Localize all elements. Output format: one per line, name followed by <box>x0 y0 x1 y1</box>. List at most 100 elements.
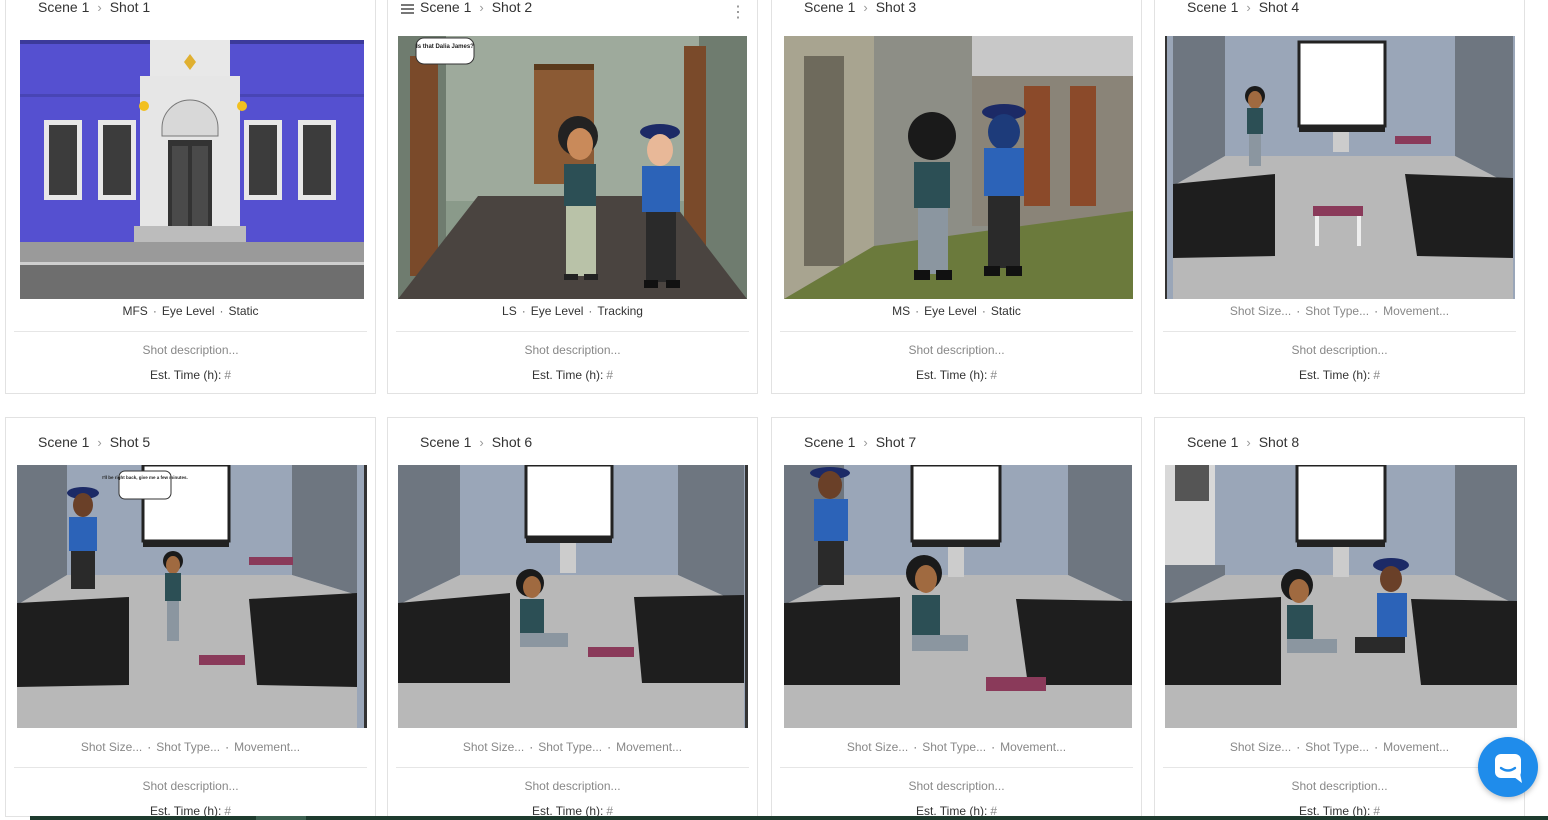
shot-description[interactable]: Shot description... <box>1155 779 1524 793</box>
shot-card-3[interactable]: Scene 1 › Shot 3 MS · Eye Level · Static… <box>771 0 1142 394</box>
breadcrumb: Scene 1 › Shot 2 <box>401 0 532 15</box>
shot-size[interactable]: Shot Size... <box>463 740 524 754</box>
scrollbar-thumb[interactable] <box>256 816 306 820</box>
shot-thumbnail[interactable]: I'll be right back, give me a few minute… <box>17 465 367 728</box>
chevron-right-icon: › <box>97 434 102 450</box>
est-time[interactable]: Est. Time (h): # <box>6 368 375 382</box>
shot-specs[interactable]: MS · Eye Level · Static <box>772 304 1141 318</box>
shot-description[interactable]: Shot description... <box>6 779 375 793</box>
est-time-value[interactable]: # <box>1373 368 1380 382</box>
est-time[interactable]: Est. Time (h): # <box>772 368 1141 382</box>
breadcrumb: Scene 1 › Shot 3 <box>804 0 916 15</box>
shot-movement[interactable]: Static <box>991 304 1021 318</box>
shot-card-4[interactable]: Scene 1 › Shot 4 Shot Size... · Shot Typ… <box>1154 0 1525 394</box>
shot-specs[interactable]: Shot Size... · Shot Type... · Movement... <box>772 740 1141 754</box>
est-time-label: Est. Time (h): <box>149 368 222 382</box>
shot-thumbnail[interactable] <box>784 36 1133 299</box>
shot-specs[interactable]: Shot Size... · Shot Type... · Movement... <box>388 740 757 754</box>
shot-type[interactable]: Shot Type... <box>538 740 602 754</box>
shot-size[interactable]: LS <box>502 304 517 318</box>
shot-size[interactable]: MFS <box>122 304 147 318</box>
breadcrumb: Scene 1 › Shot 6 <box>420 434 532 450</box>
shot-label: Shot 4 <box>1258 0 1300 15</box>
shot-specs[interactable]: Shot Size... · Shot Type... · Movement... <box>1155 740 1524 754</box>
shot-size[interactable]: Shot Size... <box>847 740 908 754</box>
chat-launcher-button[interactable] <box>1478 737 1538 797</box>
shot-description[interactable]: Shot description... <box>6 343 375 357</box>
shot-card-6[interactable]: Scene 1 › Shot 6 Shot Size... · Shot Type <box>387 417 758 818</box>
shot-type[interactable]: Eye Level <box>924 304 977 318</box>
shot-description[interactable]: Shot description... <box>388 779 757 793</box>
shot-movement[interactable]: Movement... <box>616 740 682 754</box>
shot-thumbnail[interactable] <box>16 36 364 299</box>
scene-label: Scene 1 <box>1187 0 1239 15</box>
shot-label: Shot 7 <box>875 434 917 450</box>
breadcrumb: Scene 1 › Shot 4 <box>1187 0 1299 15</box>
shot-description[interactable]: Shot description... <box>772 779 1141 793</box>
shot-movement[interactable]: Static <box>229 304 259 318</box>
shot-thumbnail[interactable] <box>398 465 748 728</box>
est-time-label: Est. Time (h): <box>1298 368 1371 382</box>
est-time-label: Est. Time (h): <box>531 368 604 382</box>
shot-card-2[interactable]: Scene 1 › Shot 2 ⋮ Is that Dalia James? <box>387 0 758 394</box>
divider <box>14 767 367 768</box>
est-time-label: Est. Time (h): <box>915 368 988 382</box>
shot-size[interactable]: MS <box>892 304 910 318</box>
shot-card-7[interactable]: Scene 1 › Shot 7 Shot Size... · Shot Typ… <box>771 417 1142 818</box>
shot-type[interactable]: Shot Type... <box>922 740 986 754</box>
shot-movement[interactable]: Movement... <box>234 740 300 754</box>
shot-description[interactable]: Shot description... <box>772 343 1141 357</box>
divider <box>14 331 367 332</box>
scene-label: Scene 1 <box>1187 434 1239 450</box>
chevron-right-icon: › <box>479 0 484 15</box>
shot-type[interactable]: Shot Type... <box>156 740 220 754</box>
shot-specs[interactable]: Shot Size... · Shot Type... · Movement... <box>6 740 375 754</box>
divider <box>396 767 749 768</box>
shot-movement[interactable]: Movement... <box>1383 304 1449 318</box>
shot-label: Shot 1 <box>109 0 151 15</box>
shot-specs[interactable]: LS · Eye Level · Tracking <box>388 304 757 318</box>
est-time[interactable]: Est. Time (h): # <box>1155 368 1524 382</box>
shot-thumbnail[interactable]: Is that Dalia James? <box>398 36 747 299</box>
divider <box>780 767 1133 768</box>
breadcrumb: Scene 1 › Shot 1 <box>38 0 150 15</box>
shot-thumbnail[interactable] <box>1165 465 1517 728</box>
kebab-menu-icon[interactable]: ⋮ <box>730 5 746 21</box>
chevron-right-icon: › <box>97 0 102 15</box>
shot-movement[interactable]: Movement... <box>1000 740 1066 754</box>
shot-size[interactable]: Shot Size... <box>1230 740 1291 754</box>
shot-specs[interactable]: MFS · Eye Level · Static <box>6 304 375 318</box>
shot-size[interactable]: Shot Size... <box>1230 304 1291 318</box>
shot-specs[interactable]: Shot Size... · Shot Type... · Movement... <box>1155 304 1524 318</box>
shot-movement[interactable]: Tracking <box>597 304 643 318</box>
divider <box>1163 331 1516 332</box>
shot-thumbnail[interactable] <box>1165 36 1515 299</box>
scene-label: Scene 1 <box>804 434 856 450</box>
shot-card-1[interactable]: Scene 1 › Shot 1 MFS · Eye Level · Stati… <box>5 0 376 394</box>
est-time-value[interactable]: # <box>224 368 231 382</box>
shot-type[interactable]: Eye Level <box>162 304 215 318</box>
shot-type[interactable]: Eye Level <box>531 304 584 318</box>
scene-label: Scene 1 <box>38 0 90 15</box>
chevron-right-icon: › <box>1246 0 1251 15</box>
scene-label: Scene 1 <box>804 0 856 15</box>
est-time-value[interactable]: # <box>606 368 613 382</box>
shot-card-8[interactable]: Scene 1 › Shot 8 Shot Size... · Shot Typ… <box>1154 417 1525 818</box>
est-time-value[interactable]: # <box>990 368 997 382</box>
scene-label: Scene 1 <box>38 434 90 450</box>
shot-type[interactable]: Shot Type... <box>1305 304 1369 318</box>
shot-thumbnail[interactable] <box>784 465 1132 728</box>
shot-type[interactable]: Shot Type... <box>1305 740 1369 754</box>
scene-label: Scene 1 <box>420 434 472 450</box>
breadcrumb: Scene 1 › Shot 5 <box>38 434 150 450</box>
chevron-right-icon: › <box>863 434 868 450</box>
horizontal-scrollbar[interactable] <box>30 816 1548 820</box>
shot-movement[interactable]: Movement... <box>1383 740 1449 754</box>
shot-card-5[interactable]: Scene 1 › Shot 5 I'll be right back, giv… <box>5 417 376 818</box>
drag-handle-icon[interactable] <box>401 4 414 14</box>
divider <box>396 331 749 332</box>
est-time[interactable]: Est. Time (h): # <box>388 368 757 382</box>
shot-description[interactable]: Shot description... <box>1155 343 1524 357</box>
shot-size[interactable]: Shot Size... <box>81 740 142 754</box>
shot-description[interactable]: Shot description... <box>388 343 757 357</box>
